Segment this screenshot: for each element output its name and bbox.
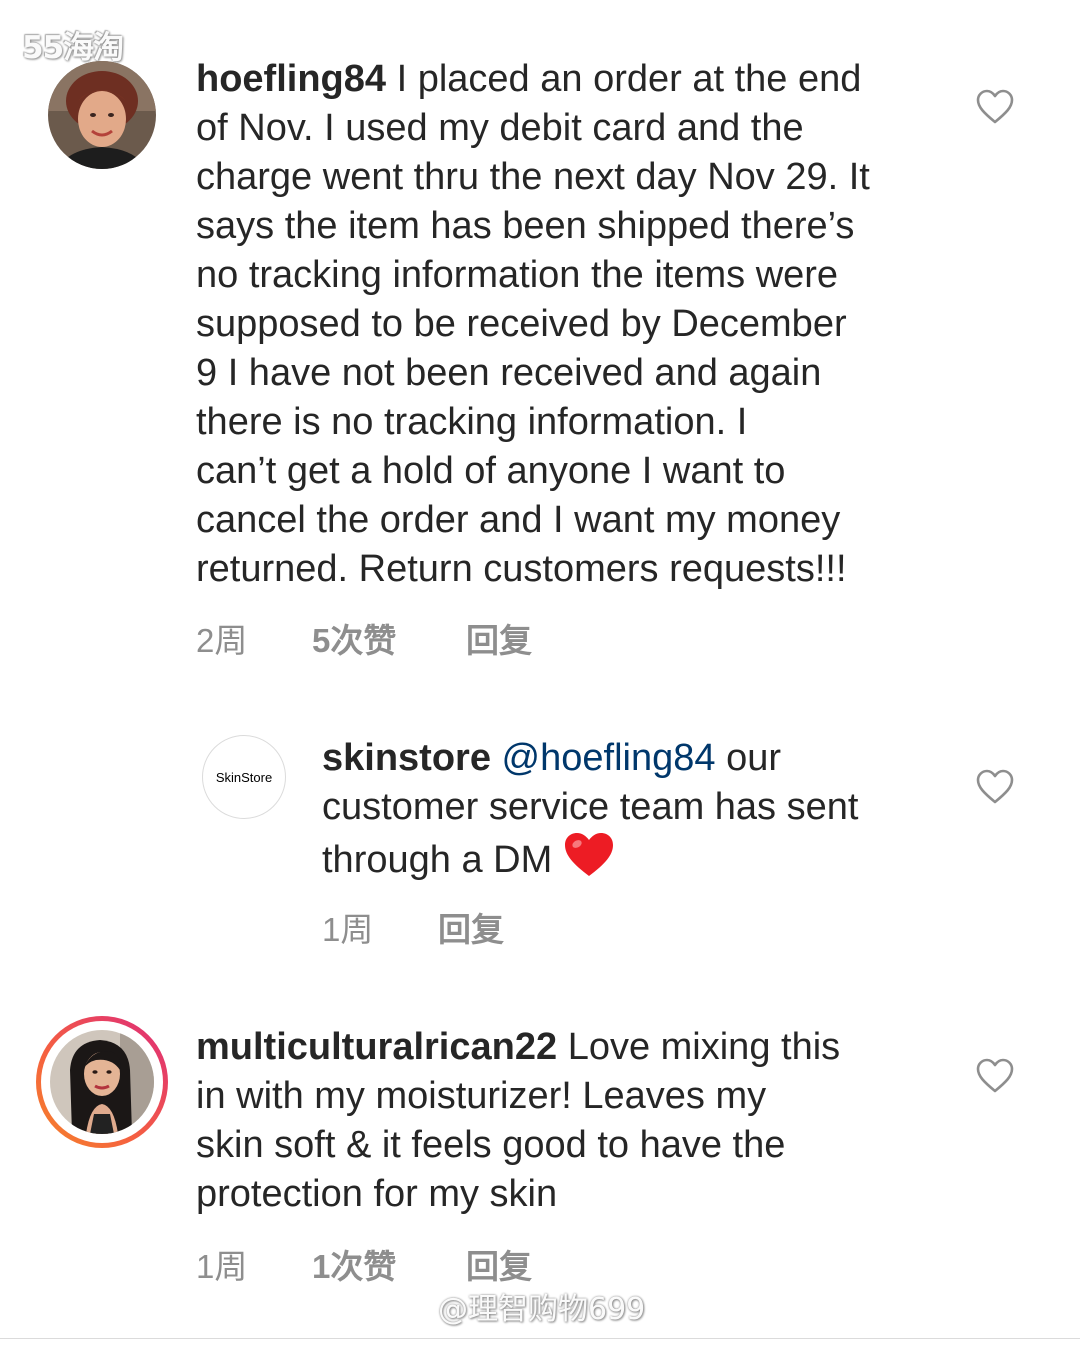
comment-username[interactable]: skinstore — [322, 737, 491, 779]
comment-meta: 2周 5次赞 回复 — [196, 614, 532, 662]
story-ring[interactable] — [36, 1016, 168, 1148]
skinstore-logo: SkinStore — [215, 769, 273, 785]
comment-time: 1周 — [196, 1248, 248, 1285]
comment-time: 2周 — [196, 622, 248, 659]
comment-likes[interactable]: 5次赞 — [312, 614, 466, 662]
mention-link[interactable]: @hoefling84 — [502, 737, 716, 779]
comment-body: multiculturalrican22 Love mixing this in… — [196, 1023, 956, 1219]
heart-outline-icon[interactable] — [976, 769, 1014, 805]
reply-button[interactable]: 回复 — [466, 614, 532, 662]
red-heart-emoji — [563, 832, 615, 891]
comment-meta: 1周 1次赞 回复 — [196, 1240, 532, 1288]
watermark-top: 55海淘 — [22, 30, 124, 66]
comment-text: I placed an order at the end of Nov. I u… — [196, 58, 870, 590]
comment-username[interactable]: multiculturalrican22 — [196, 1026, 557, 1068]
watermark-bottom: @理智购物699 — [438, 1292, 646, 1327]
comment-time: 1周 — [322, 911, 374, 948]
comment-meta: 1周 回复 — [322, 903, 504, 951]
avatar-multiculturalrican22 — [50, 1030, 154, 1134]
comment-likes[interactable]: 1次赞 — [312, 1240, 466, 1288]
heart-outline-icon[interactable] — [976, 1058, 1014, 1094]
comment-body: hoefling84 I placed an order at the end … — [196, 55, 956, 594]
bottom-divider — [0, 1338, 1080, 1339]
avatar-skinstore[interactable]: SkinStore — [202, 735, 286, 819]
heart-outline-icon[interactable] — [976, 89, 1014, 125]
reply-button[interactable]: 回复 — [466, 1240, 532, 1288]
avatar-hoefling84[interactable] — [48, 61, 156, 169]
reply-button[interactable]: 回复 — [438, 903, 504, 951]
comment-username[interactable]: hoefling84 — [196, 58, 386, 100]
comment-body: skinstore @hoefling84 our customer servi… — [322, 734, 962, 891]
